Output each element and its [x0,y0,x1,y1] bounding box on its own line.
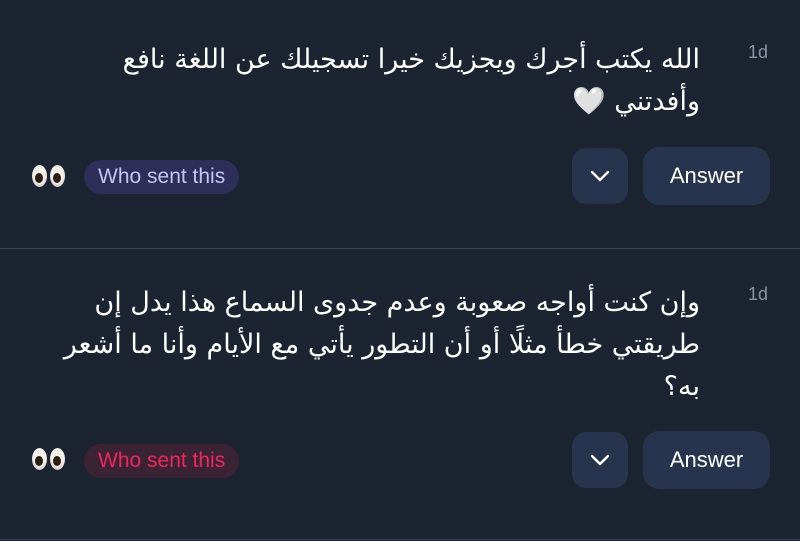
message-text: الله يكتب أجرك ويجزيك خيرا تسجيلك عن الل… [24,39,700,123]
who-sent-this-button[interactable]: Who sent this [84,444,240,478]
message-timestamp: 1d [747,284,768,304]
message-line: طريقتي خطأ مثلًا أو أن التطور يأتي مع ال… [63,329,700,360]
message-line: به؟ [663,371,700,402]
message-line: وأفدتني 🤍 [572,86,700,117]
chevron-down-icon [590,454,610,466]
answer-button[interactable]: Answer [643,147,770,205]
who-sent-this-button[interactable]: Who sent this [84,160,240,194]
eyes-emoji-icon [30,447,68,473]
eyes-emoji-icon [30,164,68,190]
expand-button[interactable] [572,148,628,204]
expand-button[interactable] [572,432,628,488]
chevron-down-icon [590,170,610,182]
message-timestamp: 1d [747,42,768,62]
message-line: وإن كنت أواجه صعوبة وعدم جدوى السماع هذا… [94,287,700,318]
answer-button[interactable]: Answer [643,431,770,489]
message-card: 1d وإن كنت أواجه صعوبة وعدم جدوى السماع … [0,249,800,540]
message-text: وإن كنت أواجه صعوبة وعدم جدوى السماع هذا… [24,282,700,408]
message-line: الله يكتب أجرك ويجزيك خيرا تسجيلك عن الل… [122,44,700,75]
message-card: 1d الله يكتب أجرك ويجزيك خيرا تسجيلك عن … [0,0,800,249]
